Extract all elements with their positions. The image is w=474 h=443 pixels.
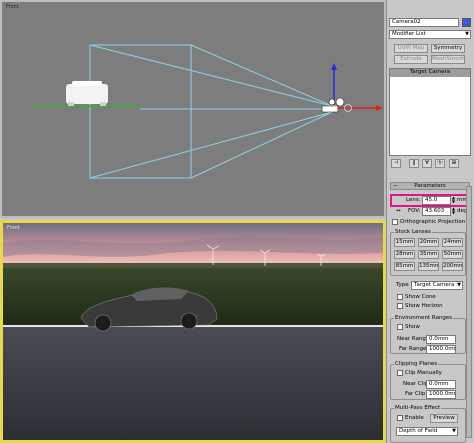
clipping-planes-title: Clipping Planes — [394, 361, 439, 367]
symmetry-button[interactable]: Symmetry — [431, 44, 465, 53]
camera-frustum — [89, 44, 333, 179]
stock-lenses-title: Stock Lenses — [394, 229, 432, 235]
modifier-list-label: Modifier List — [392, 31, 426, 37]
camera-scene — [3, 223, 383, 440]
multipass-effect-title: Multi-Pass Effect — [394, 405, 442, 411]
camera-type-value: Target Camera — [414, 282, 455, 288]
show-horizon-label: Show Horizon — [405, 303, 443, 309]
lens-200mm-button[interactable]: 200mm — [442, 262, 463, 271]
multipass-enable-checkbox[interactable] — [397, 415, 403, 421]
type-label: Type — [396, 282, 409, 288]
show-cone-checkbox[interactable] — [397, 294, 403, 300]
rollout-toggle-icon: − — [393, 183, 398, 189]
meshsmooth-button[interactable]: MeshSmooth — [431, 55, 465, 64]
preview-button[interactable]: Preview — [430, 414, 458, 423]
object-name-field[interactable]: Camera02 — [389, 18, 459, 27]
viewport-scene — [34, 44, 383, 179]
show-cone-label: Show Cone — [405, 294, 436, 300]
effect-value: Depth of Field — [399, 428, 438, 434]
orthographic-label: Orthographic Projection — [400, 219, 466, 225]
lens-20mm-button[interactable]: 20mm — [418, 238, 439, 247]
lens-135mm-button[interactable]: 135mm — [418, 262, 439, 271]
lens-50mm-button[interactable]: 50mm — [442, 250, 463, 259]
camera-type-dropdown[interactable]: Target Camera ▼ — [411, 281, 463, 290]
extrude-button[interactable]: Extrude — [394, 55, 428, 64]
parameters-title: Parameters — [414, 183, 446, 189]
object-color-swatch[interactable] — [462, 18, 471, 27]
environment-ranges-title: Environment Ranges — [394, 315, 454, 321]
make-unique-icon[interactable]: ∀ — [422, 159, 432, 168]
lens-spinner-icon[interactable]: ▲ ▼ — [452, 196, 455, 204]
modifier-list-dropdown[interactable]: Modifier List ▼ — [389, 30, 471, 39]
multipass-enable-label: Enable — [405, 415, 424, 421]
fov-label: FOV: — [408, 208, 421, 214]
far-range-field[interactable]: 1000.0mm — [426, 345, 456, 354]
car-object[interactable] — [66, 81, 108, 106]
chevron-down-icon: ▼ — [452, 428, 456, 434]
panel-scrollbar[interactable] — [466, 186, 472, 438]
fov-direction-icon[interactable]: ↔ — [396, 208, 401, 214]
chevron-down-icon: ▼ — [465, 31, 469, 37]
near-range-field[interactable]: 0.0mm — [426, 335, 456, 344]
fov-field[interactable]: 43.603 — [422, 207, 451, 216]
orthographic-checkbox[interactable] — [392, 219, 398, 225]
pin-stack-icon[interactable]: ⊣ — [391, 159, 401, 168]
far-clip-label: Far Clip: — [405, 391, 428, 397]
chevron-down-icon: ▼ — [457, 282, 461, 288]
lens-35mm-button[interactable]: 35mm — [418, 250, 439, 259]
clip-manually-label: Clip Manually — [405, 370, 442, 376]
parameters-rollout-header[interactable]: − Parameters — [390, 182, 470, 190]
uvw-map-button[interactable]: UVW Map — [394, 44, 428, 53]
effect-dropdown[interactable]: Depth of Field ▼ — [396, 427, 458, 436]
lens-label: Lens: — [406, 197, 421, 203]
stack-toolbar: ⊣ ‖ ∀ ⓑ ⊞ — [389, 159, 471, 169]
modifier-stack[interactable]: Target Camera — [389, 68, 471, 156]
front-viewport[interactable]: Front — [0, 0, 386, 218]
remove-modifier-icon[interactable]: ⓑ — [435, 159, 445, 168]
stack-item-target-camera[interactable]: Target Camera — [390, 69, 470, 77]
near-clip-field[interactable]: 0.0mm — [426, 380, 456, 389]
env-show-checkbox[interactable] — [397, 324, 403, 330]
fov-spinner-icon[interactable]: ▲ ▼ — [452, 207, 455, 215]
configure-sets-icon[interactable]: ⊞ — [449, 159, 459, 168]
env-show-label: Show — [405, 324, 420, 330]
lens-15mm-button[interactable]: 15mm — [394, 238, 415, 247]
show-end-result-icon[interactable]: ‖ — [409, 159, 419, 168]
lens-28mm-button[interactable]: 28mm — [394, 250, 415, 259]
viewport-label[interactable]: Front — [7, 225, 20, 231]
lens-field[interactable]: 45.0 — [422, 196, 451, 205]
show-horizon-checkbox[interactable] — [397, 303, 403, 309]
camera-viewport[interactable]: Front — [0, 220, 386, 443]
far-range-label: Far Range: — [399, 346, 429, 352]
far-clip-field[interactable]: 1000.0mm — [426, 390, 456, 399]
clip-manually-checkbox[interactable] — [397, 370, 403, 376]
lens-85mm-button[interactable]: 85mm — [394, 262, 415, 271]
lens-24mm-button[interactable]: 24mm — [442, 238, 463, 247]
